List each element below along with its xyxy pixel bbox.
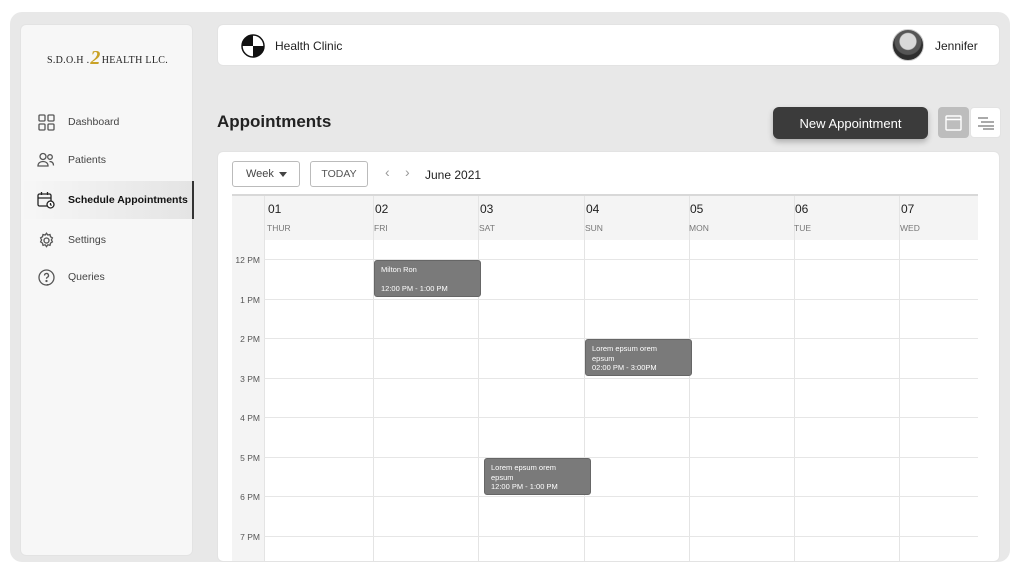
logo-text-right: HEALTH LLC.: [101, 55, 168, 66]
day-name: SUN: [585, 223, 603, 233]
view-range-select[interactable]: Week: [232, 161, 300, 187]
new-appointment-button[interactable]: New Appointment: [773, 107, 928, 139]
time-label: 4 PM: [240, 413, 260, 423]
month-label: June 2021: [425, 168, 482, 182]
day-name: FRI: [374, 223, 388, 233]
top-header: Health Clinic Jennifer: [217, 24, 1000, 66]
chevron-left-icon[interactable]: ‹: [385, 165, 390, 179]
day-number: 02: [375, 202, 389, 216]
logo-text-two: 2: [90, 47, 101, 69]
time-label: 5 PM: [240, 453, 260, 463]
list-view-button[interactable]: [970, 107, 1001, 138]
day-name: SAT: [479, 223, 495, 233]
calendar-view-button[interactable]: [938, 107, 969, 138]
week-grid: 01 THUR 02 FRI 03 SAT 04 SUN 05 MON 06 T…: [232, 194, 978, 561]
time-label: 2 PM: [240, 334, 260, 344]
day-name: MON: [689, 223, 709, 233]
sidebar-item-label: Settings: [68, 234, 106, 246]
grid-body: [264, 240, 978, 561]
question-icon: [37, 268, 55, 286]
event-time: 12:00 PM - 1:00 PM: [381, 284, 448, 293]
user-name[interactable]: Jennifer: [935, 39, 978, 53]
time-label: 12 PM: [235, 255, 260, 265]
sidebar-item-label: Patients: [68, 154, 106, 166]
day-name: TUE: [794, 223, 811, 233]
sidebar: S.D.O.H .2HEALTH LLC. Dashboard Patients: [20, 24, 194, 556]
calendar-clock-icon: [37, 191, 55, 209]
time-label: 6 PM: [240, 492, 260, 502]
company-logo: S.D.O.H .2HEALTH LLC.: [21, 47, 194, 70]
chevron-right-icon[interactable]: ›: [405, 165, 410, 179]
time-label: 7 PM: [240, 532, 260, 542]
calendar-icon: [945, 115, 962, 131]
avatar[interactable]: [892, 29, 924, 61]
day-name: WED: [900, 223, 920, 233]
calendar-card: Week TODAY ‹ › June 2021 01 THUR 02 FRI …: [217, 151, 1000, 562]
day-number: 06: [795, 202, 809, 216]
appointment-event[interactable]: Milton Ron 12:00 PM - 1:00 PM: [374, 260, 481, 297]
users-icon: [37, 151, 55, 169]
grid-icon: [37, 113, 55, 131]
sidebar-item-label: Schedule Appointments: [68, 194, 188, 206]
caret-down-icon: [279, 172, 287, 177]
sidebar-item-dashboard[interactable]: Dashboard: [21, 103, 194, 141]
app-window: S.D.O.H .2HEALTH LLC. Dashboard Patients: [10, 12, 1010, 562]
event-title: Lorem epsum orem epsum: [491, 463, 557, 482]
day-name: THUR: [267, 223, 291, 233]
sidebar-item-label: Dashboard: [68, 116, 120, 128]
list-icon: [977, 116, 994, 130]
appointment-event[interactable]: Lorem epsum orem epsum 12:00 PM - 1:00 P…: [484, 458, 591, 495]
event-title: Milton Ron: [381, 265, 417, 274]
sidebar-item-label: Queries: [68, 271, 105, 283]
event-title: Lorem epsum orem epsum: [592, 344, 658, 363]
time-label: 3 PM: [240, 374, 260, 384]
sidebar-item-settings[interactable]: Settings: [21, 221, 194, 259]
today-button[interactable]: TODAY: [310, 161, 368, 187]
event-time: 02:00 PM - 3:00PM: [592, 363, 657, 372]
sidebar-item-patients[interactable]: Patients: [21, 141, 194, 179]
view-range-value: Week: [246, 168, 274, 180]
clinic-name: Health Clinic: [275, 39, 343, 53]
page-title: Appointments: [217, 112, 332, 131]
clinic-logo-icon: [241, 34, 265, 58]
day-number: 03: [480, 202, 494, 216]
day-number: 01: [268, 202, 282, 216]
time-label: 1 PM: [240, 295, 260, 305]
event-time: 12:00 PM - 1:00 PM: [491, 482, 558, 491]
logo-text-left: S.D.O.H .: [46, 55, 90, 66]
sidebar-item-schedule-appointments[interactable]: Schedule Appointments: [21, 181, 194, 219]
gear-icon: [37, 231, 55, 249]
day-number: 05: [690, 202, 704, 216]
day-number: 04: [586, 202, 600, 216]
day-number: 07: [901, 202, 915, 216]
appointment-event[interactable]: Lorem epsum orem epsum 02:00 PM - 3:00PM: [585, 339, 692, 376]
sidebar-item-queries[interactable]: Queries: [21, 258, 194, 296]
